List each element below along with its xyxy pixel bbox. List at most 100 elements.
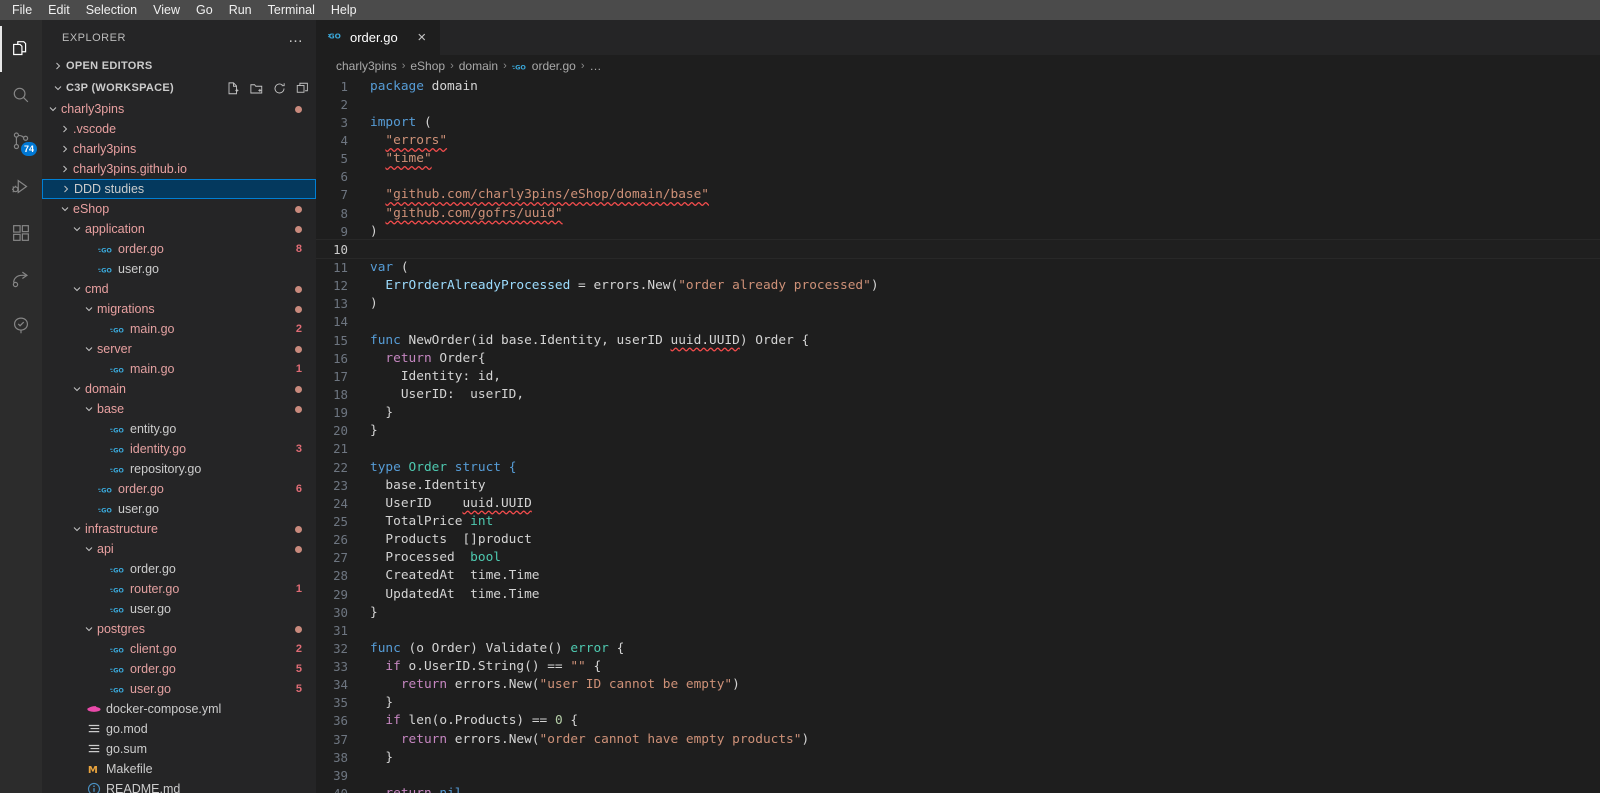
code-line[interactable]: 40 return nil bbox=[316, 784, 1600, 793]
code-line[interactable]: 35 } bbox=[316, 694, 1600, 712]
menu-item-terminal[interactable]: Terminal bbox=[260, 0, 323, 20]
tree-item-application[interactable]: application bbox=[42, 219, 316, 239]
tab-order-go[interactable]: GO order.go × bbox=[316, 20, 441, 55]
menu-item-edit[interactable]: Edit bbox=[40, 0, 78, 20]
code-line[interactable]: 39 bbox=[316, 766, 1600, 784]
code-line[interactable]: 5 "time" bbox=[316, 150, 1600, 168]
code-line[interactable]: 15 func NewOrder(id base.Identity, userID… bbox=[316, 331, 1600, 349]
tree-item-go.sum[interactable]: go.sum bbox=[42, 739, 316, 759]
code-line[interactable]: 24 UserID uuid.UUID bbox=[316, 494, 1600, 512]
explorer-more-actions[interactable]: … bbox=[288, 29, 304, 46]
menu-item-run[interactable]: Run bbox=[221, 0, 260, 20]
menu-item-help[interactable]: Help bbox=[323, 0, 365, 20]
code-line[interactable]: 27 Processed bool bbox=[316, 549, 1600, 567]
tree-item-go.mod[interactable]: go.mod bbox=[42, 719, 316, 739]
breadcrumb-item[interactable]: … bbox=[590, 59, 602, 73]
tree-item-docker-compose.yml[interactable]: docker-compose.yml bbox=[42, 699, 316, 719]
code-line[interactable]: 29 UpdatedAt time.Time bbox=[316, 585, 1600, 603]
code-line[interactable]: 31 bbox=[316, 621, 1600, 639]
code-line[interactable]: 14 bbox=[316, 313, 1600, 331]
code-line[interactable]: 19 } bbox=[316, 404, 1600, 422]
code-line[interactable]: 10 bbox=[316, 239, 1600, 260]
collapse-all-icon[interactable] bbox=[295, 81, 310, 96]
tree-item-order.go[interactable]: GO order.go 5 bbox=[42, 659, 316, 679]
file-tree[interactable]: charly3pins .vscode charly3pins charly3pins… bbox=[42, 99, 316, 793]
tree-item-charly3pins[interactable]: charly3pins bbox=[42, 99, 316, 119]
code-line[interactable]: 2 bbox=[316, 95, 1600, 113]
section-open-editors[interactable]: OPEN EDITORS bbox=[42, 55, 316, 77]
code-line[interactable]: 38 } bbox=[316, 748, 1600, 766]
tree-item-cmd[interactable]: cmd bbox=[42, 279, 316, 299]
code-line[interactable]: 22 type Order struct { bbox=[316, 458, 1600, 476]
tree-item-order.go[interactable]: GO order.go 6 bbox=[42, 479, 316, 499]
tree-item-router.go[interactable]: GO router.go 1 bbox=[42, 579, 316, 599]
code-line[interactable]: 1 package domain bbox=[316, 77, 1600, 95]
code-line[interactable]: 34 return errors.New("user ID cannot be … bbox=[316, 676, 1600, 694]
tree-item-migrations[interactable]: migrations bbox=[42, 299, 316, 319]
code-line[interactable]: 18 UserID: userID, bbox=[316, 385, 1600, 403]
tree-item-repository.go[interactable]: GO repository.go bbox=[42, 459, 316, 479]
tree-item-readme.md[interactable]: README.md bbox=[42, 779, 316, 793]
activity-item-extensions[interactable] bbox=[0, 210, 42, 256]
activity-item-testing[interactable] bbox=[0, 302, 42, 348]
breadcrumb-item[interactable]: GO order.go bbox=[511, 59, 576, 73]
tree-item-ddd-studies[interactable]: DDD studies bbox=[42, 179, 316, 199]
code-line[interactable]: 11 var ( bbox=[316, 258, 1600, 276]
menu-item-view[interactable]: View bbox=[145, 0, 188, 20]
close-icon[interactable]: × bbox=[414, 30, 430, 45]
code-line[interactable]: 17 Identity: id, bbox=[316, 367, 1600, 385]
code-line[interactable]: 7 "github.com/charly3pins/eShop/domain/b… bbox=[316, 186, 1600, 204]
tree-item-postgres[interactable]: postgres bbox=[42, 619, 316, 639]
activity-item-source-control[interactable]: 74 bbox=[0, 118, 42, 164]
menu-item-file[interactable]: File bbox=[4, 0, 40, 20]
tree-item-makefile[interactable]: M Makefile bbox=[42, 759, 316, 779]
tree-item-eshop[interactable]: eShop bbox=[42, 199, 316, 219]
code-line[interactable]: 30} bbox=[316, 603, 1600, 621]
code-line[interactable]: 33 if o.UserID.String() == "" { bbox=[316, 658, 1600, 676]
tree-item-domain[interactable]: domain bbox=[42, 379, 316, 399]
code-line[interactable]: 16 return Order{ bbox=[316, 349, 1600, 367]
code-line[interactable]: 36 if len(o.Products) == 0 { bbox=[316, 712, 1600, 730]
code-line[interactable]: 25 TotalPrice int bbox=[316, 512, 1600, 530]
code-line[interactable]: 6 bbox=[316, 168, 1600, 186]
code-line[interactable]: 32 func (o Order) Validate() error { bbox=[316, 639, 1600, 657]
tree-item-user.go[interactable]: GO user.go bbox=[42, 499, 316, 519]
tree-item-.vscode[interactable]: .vscode bbox=[42, 119, 316, 139]
breadcrumb-item[interactable]: domain bbox=[459, 59, 498, 73]
code-line[interactable]: 12 ErrOrderAlreadyProcessed = errors.New… bbox=[316, 277, 1600, 295]
breadcrumb-item[interactable]: eShop bbox=[410, 59, 445, 73]
tree-item-api[interactable]: api bbox=[42, 539, 316, 559]
code-line[interactable]: 8 "github.com/gofrs/uuid" bbox=[316, 204, 1600, 222]
code-line[interactable]: 20} bbox=[316, 422, 1600, 440]
tree-item-base[interactable]: base bbox=[42, 399, 316, 419]
tree-item-main.go[interactable]: GO main.go 1 bbox=[42, 359, 316, 379]
tree-item-user.go[interactable]: GO user.go 5 bbox=[42, 679, 316, 699]
tree-item-order.go[interactable]: GO order.go 8 bbox=[42, 239, 316, 259]
menu-item-selection[interactable]: Selection bbox=[78, 0, 145, 20]
refresh-icon[interactable] bbox=[272, 81, 287, 96]
tree-item-identity.go[interactable]: GO identity.go 3 bbox=[42, 439, 316, 459]
tree-item-charly3pins.github.io[interactable]: charly3pins.github.io bbox=[42, 159, 316, 179]
code-editor[interactable]: 1 package domain 2 3 import (4 "errors" 5 "ti… bbox=[316, 77, 1600, 793]
code-line[interactable]: 13) bbox=[316, 295, 1600, 313]
code-line[interactable]: 23 base.Identity bbox=[316, 476, 1600, 494]
menu-item-go[interactable]: Go bbox=[188, 0, 221, 20]
code-line[interactable]: 3 import ( bbox=[316, 113, 1600, 131]
activity-item-share[interactable] bbox=[0, 256, 42, 302]
new-file-icon[interactable] bbox=[226, 81, 241, 96]
tree-item-main.go[interactable]: GO main.go 2 bbox=[42, 319, 316, 339]
code-line[interactable]: 4 "errors" bbox=[316, 131, 1600, 149]
code-line[interactable]: 21 bbox=[316, 440, 1600, 458]
tree-item-user.go[interactable]: GO user.go bbox=[42, 599, 316, 619]
code-line[interactable]: 28 CreatedAt time.Time bbox=[316, 567, 1600, 585]
activity-item-search[interactable] bbox=[0, 72, 42, 118]
code-line[interactable]: 26 Products []product bbox=[316, 531, 1600, 549]
activity-item-run-and-debug[interactable] bbox=[0, 164, 42, 210]
tree-item-entity.go[interactable]: GO entity.go bbox=[42, 419, 316, 439]
tree-item-client.go[interactable]: GO client.go 2 bbox=[42, 639, 316, 659]
section-workspace[interactable]: C3P (WORKSPACE) bbox=[42, 77, 316, 99]
code-line[interactable]: 37 return errors.New("order cannot have … bbox=[316, 730, 1600, 748]
activity-item-explorer[interactable] bbox=[0, 26, 42, 72]
code-line[interactable]: 9) bbox=[316, 222, 1600, 240]
breadcrumb-item[interactable]: charly3pins bbox=[336, 59, 397, 73]
